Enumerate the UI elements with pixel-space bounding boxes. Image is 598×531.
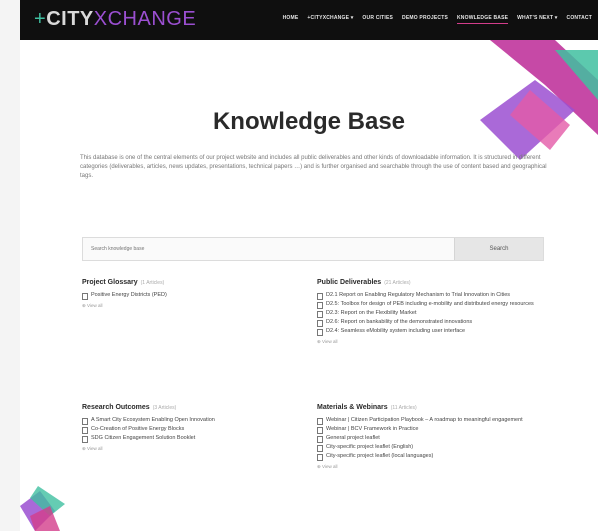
nav-contact[interactable]: CONTACT — [567, 15, 592, 24]
article-count: (11 Articles) — [390, 405, 417, 411]
list-item[interactable]: Webinar | BCV Framework in Practice — [317, 426, 547, 434]
search-button[interactable]: Search — [454, 238, 543, 260]
section-project-glossary: Project Glossary (1 Articles) Positive En… — [82, 279, 312, 309]
document-icon — [317, 418, 323, 425]
decorative-cross-top-right — [480, 40, 598, 160]
nav-demo-projects[interactable]: DEMO PROJECTS — [402, 15, 448, 24]
section-research-outcomes: Research Outcomes (3 Articles) A Smart Ci… — [82, 404, 312, 452]
view-all-link[interactable]: ⊕ View all — [317, 464, 547, 470]
document-icon — [317, 320, 323, 327]
page: +CITYXCHANGE HOME +CITYXCHANGE ▾ OUR CIT… — [20, 0, 598, 531]
decorative-cross-bottom-left — [20, 486, 65, 531]
list-item[interactable]: Positive Energy Districts (PED) — [82, 292, 312, 300]
list-item[interactable]: D2.5: Toolbox for design of PEB includin… — [317, 301, 547, 309]
document-icon — [82, 427, 88, 434]
view-all-link[interactable]: ⊕ View all — [82, 303, 312, 309]
document-icon — [317, 445, 323, 452]
document-icon — [82, 418, 88, 425]
top-navigation-bar: +CITYXCHANGE HOME +CITYXCHANGE ▾ OUR CIT… — [20, 0, 598, 40]
article-count: (1 Articles) — [140, 280, 165, 286]
search-input[interactable] — [89, 242, 443, 256]
nav-whats-next[interactable]: WHAT'S NEXT ▾ — [517, 15, 557, 24]
page-title: Knowledge Base — [212, 108, 406, 135]
intro-paragraph: This database is one of the central elem… — [80, 155, 547, 179]
nav-our-cities[interactable]: OUR CITIES — [362, 15, 393, 24]
section-title[interactable]: Project Glossary — [82, 279, 138, 286]
nav-cityxchange[interactable]: +CITYXCHANGE ▾ — [307, 15, 353, 24]
article-count: (21 Articles) — [384, 280, 411, 286]
list-item[interactable]: A Smart City Ecosystem Enabling Open Inn… — [82, 417, 312, 425]
list-item[interactable]: D2.4: Seamless eMobility system includin… — [317, 328, 547, 336]
section-public-deliverables: Public Deliverables (21 Articles) D2.1 Re… — [317, 279, 547, 345]
nav-home[interactable]: HOME — [283, 15, 299, 24]
main-menu: HOME +CITYXCHANGE ▾ OUR CITIES DEMO PROJ… — [283, 15, 592, 24]
list-item[interactable]: General project leaflet — [317, 435, 547, 443]
list-item[interactable]: City-specific project leaflet (English) — [317, 444, 547, 452]
section-title[interactable]: Public Deliverables — [317, 279, 381, 286]
list-item[interactable]: Webinar | Citizen Participation Playbook… — [317, 417, 547, 425]
list-item[interactable]: D2.6: Report on bankability of the demon… — [317, 319, 547, 327]
section-title[interactable]: Materials & Webinars — [317, 404, 388, 411]
document-icon — [317, 454, 323, 461]
section-title[interactable]: Research Outcomes — [82, 404, 150, 411]
search-bar: Search — [82, 237, 544, 261]
document-icon — [82, 436, 88, 443]
cityxchange-logo[interactable]: +CITYXCHANGE — [34, 8, 196, 31]
list-item[interactable]: D2.3: Report on the Flexibility Market — [317, 310, 547, 318]
document-icon — [82, 293, 88, 300]
list-item[interactable]: D2.1 Report on Enabling Regulatory Mecha… — [317, 292, 547, 300]
article-count: (3 Articles) — [152, 405, 177, 411]
view-all-link[interactable]: ⊕ View all — [82, 446, 312, 452]
nav-knowledge-base[interactable]: KNOWLEDGE BASE — [457, 15, 509, 24]
document-icon — [317, 311, 323, 318]
document-icon — [317, 427, 323, 434]
list-item[interactable]: Co-Creation of Positive Energy Blocks — [82, 426, 312, 434]
document-icon — [317, 293, 323, 300]
list-item[interactable]: City-specific project leaflet (local lan… — [317, 453, 547, 461]
section-materials-webinars: Materials & Webinars (11 Articles) Webina… — [317, 404, 547, 470]
document-icon — [317, 302, 323, 309]
document-icon — [317, 436, 323, 443]
view-all-link[interactable]: ⊕ View all — [317, 339, 547, 345]
document-icon — [317, 329, 323, 336]
list-item[interactable]: SDG Citizen Engagement Solution Booklet — [82, 435, 312, 443]
